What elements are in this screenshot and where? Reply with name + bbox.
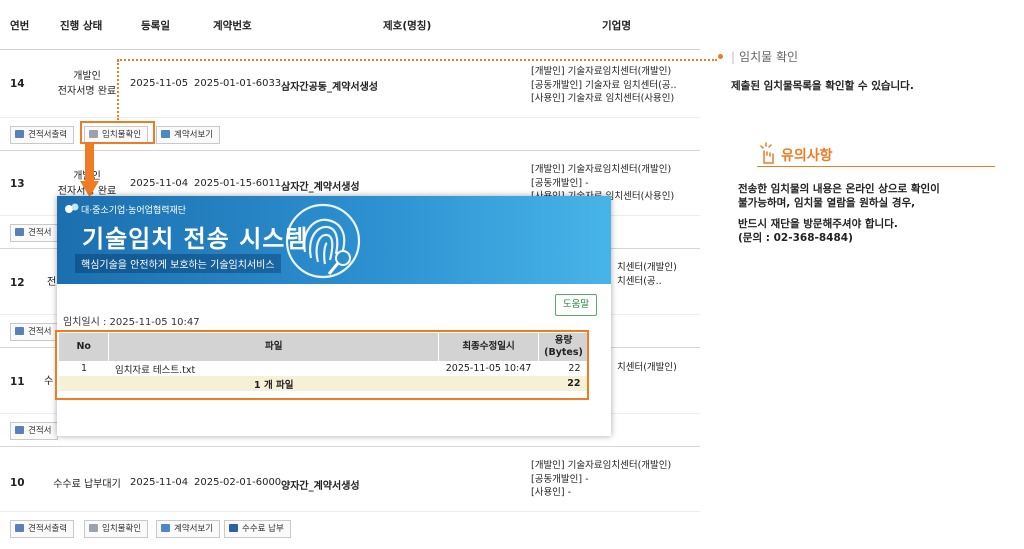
row-status: 수수료 납부대기: [53, 479, 121, 490]
annotation-description: 제출된 임치물목록을 확인할 수 있습니다.: [731, 80, 914, 92]
printer-icon: [15, 228, 24, 236]
header-title: 제호(명칭): [383, 20, 432, 32]
row-no: 13: [10, 178, 25, 190]
popup-banner: 대·중소기업·농어업협력재단 기술임치 전송 시스템 핵심기술을 안전하게 보호…: [57, 196, 611, 284]
printer-icon: [15, 130, 24, 138]
row-companies: 치센터(개발인): [617, 362, 677, 373]
row-no: 14: [10, 78, 25, 90]
deposit-button-highlight: [80, 121, 155, 144]
org-name: 대·중소기업·농어업협력재단: [81, 206, 187, 216]
row-companies: [개발인] 기술자료임치센터(개발인) [공동개발인] 기술자료 임치센터(공..…: [531, 66, 677, 104]
deposit-popup: 대·중소기업·농어업협력재단 기술임치 전송 시스템 핵심기술을 안전하게 보호…: [57, 196, 611, 436]
printer-icon: [15, 327, 24, 335]
connector-line: [117, 59, 717, 61]
header-date: 등록일: [141, 20, 170, 32]
deposit-check-button[interactable]: 임치물확인: [84, 520, 149, 538]
print-estimate-button[interactable]: 견적서: [10, 224, 59, 242]
header-no: 연번: [10, 20, 30, 32]
document-icon: [161, 524, 170, 532]
deposit-date: 임치일시 : 2025-11-05 10:47: [63, 317, 200, 328]
hand-pointer-icon: [760, 142, 774, 164]
row-contract-no: 2025-02-01-6000: [194, 477, 282, 488]
document-icon: [161, 130, 170, 138]
view-contract-button[interactable]: 계약서보기: [156, 126, 221, 144]
annotation-dot: [718, 54, 723, 59]
row-no: 12: [10, 277, 25, 289]
caution-divider: [757, 166, 995, 167]
system-title: 기술임치 전송 시스템: [82, 225, 309, 253]
printer-icon: [15, 524, 24, 532]
print-estimate-button[interactable]: 견적서: [10, 323, 59, 341]
system-subtitle: 핵심기술을 안전하게 보호하는 기술임치서비스: [75, 254, 281, 273]
view-contract-button[interactable]: 계약서보기: [156, 520, 221, 538]
header-contract-no: 계약번호: [213, 20, 252, 32]
print-estimate-button[interactable]: 견적서: [10, 422, 59, 440]
arrow-down-icon: [80, 143, 99, 197]
caution-text: 전송한 임치물의 내용은 온라인 상으로 확인이 불가능하며, 임치물 열람을 …: [738, 183, 940, 244]
foundation-logo-icon: [65, 203, 79, 213]
table-header: 연번 진행 상태 등록일 계약번호 제호(명칭) 기업명: [0, 0, 700, 50]
row-date: 2025-11-04: [130, 477, 189, 488]
row-no: 10: [10, 477, 25, 489]
fingerprint-icon: [285, 203, 361, 279]
row-title[interactable]: 삼자간_계약서생성: [281, 178, 360, 193]
row-title[interactable]: 삼자간공동_계약서생성: [281, 78, 378, 93]
connector-line: [117, 60, 119, 120]
pay-fee-button[interactable]: 수수료 납부: [224, 520, 291, 538]
row-companies: [개발인] 기술자료임치센터(개발인) [공동개발인] - [사용인] -: [531, 460, 672, 498]
print-estimate-button[interactable]: 견적서출력: [10, 520, 75, 538]
row-date: 2025-11-05: [130, 78, 189, 89]
caution-title: 유의사항: [781, 148, 833, 164]
row-no: 11: [10, 376, 25, 388]
header-status: 진행 상태: [60, 20, 103, 32]
printer-icon: [15, 426, 24, 434]
row-contract-no: 2025-01-01-6033: [194, 78, 282, 89]
help-button[interactable]: 도움말: [555, 294, 597, 316]
deposit-icon: [89, 524, 98, 532]
card-icon: [229, 524, 238, 532]
row-actions: 견적서출력 임치물확인 계약서보기 수수료 납부: [0, 511, 700, 545]
row-contract-no: 2025-01-15-6011: [194, 178, 282, 189]
row-date: 2025-11-04: [130, 178, 189, 189]
row-companies: 치센터(개발인) 치센터(공..: [617, 262, 677, 287]
print-estimate-button[interactable]: 견적서출력: [10, 126, 75, 144]
annotation-title: | 임치물 확인: [731, 50, 799, 64]
row-title[interactable]: 양자간_계약서생성: [281, 477, 360, 492]
header-company: 기업명: [602, 20, 631, 32]
row-status: 개발인전자서명 완료: [57, 71, 117, 97]
table-row[interactable]: 10 수수료 납부대기 2025-11-04 2025-02-01-6000 양…: [0, 448, 700, 514]
file-table-highlight: [55, 330, 589, 400]
